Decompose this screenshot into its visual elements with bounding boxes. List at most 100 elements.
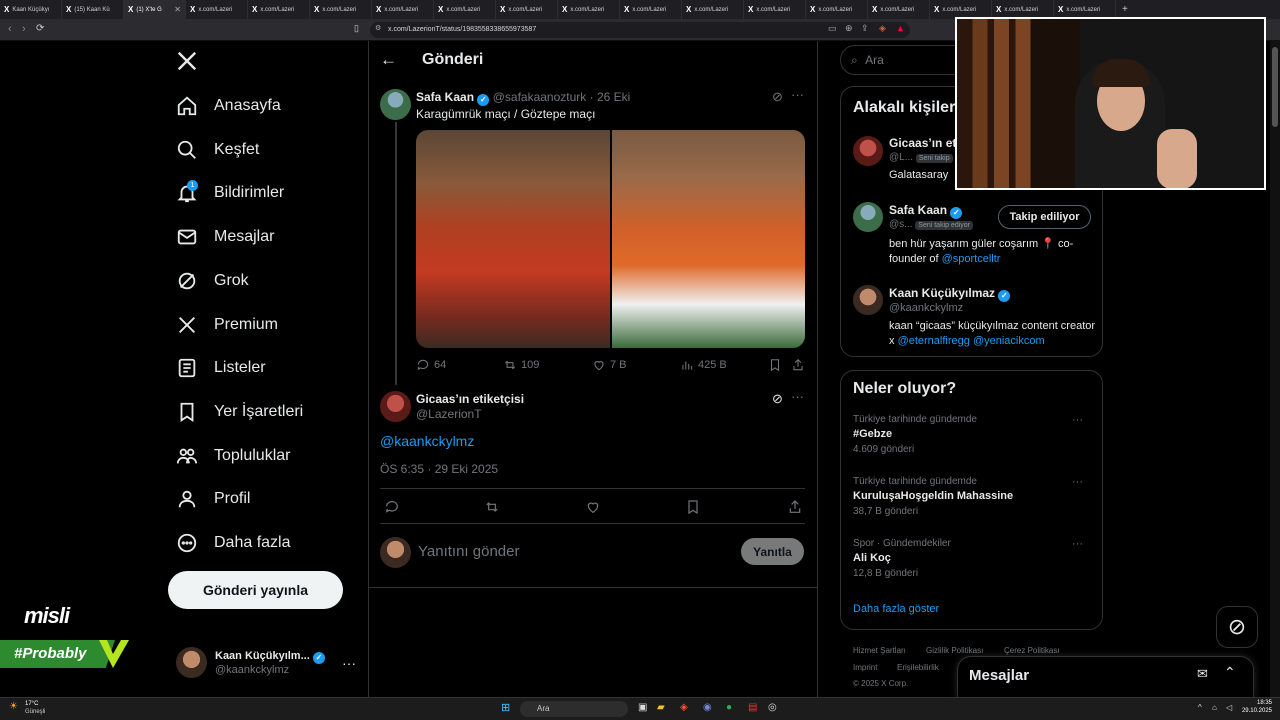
bookmark-action[interactable] bbox=[768, 358, 782, 372]
following-button[interactable]: Takip ediliyor bbox=[998, 205, 1091, 229]
more-dots-icon[interactable]: ··· bbox=[1072, 476, 1083, 488]
browser-tab[interactable]: Xx.com/Lazeri bbox=[434, 0, 496, 19]
scrollbar-thumb[interactable] bbox=[1272, 47, 1278, 127]
more-dots-icon[interactable]: ··· bbox=[791, 389, 804, 404]
show-more-link[interactable]: Daha fazla göster bbox=[853, 603, 939, 615]
tray-chevron-icon[interactable]: ^ bbox=[1198, 703, 1202, 712]
nav-item-grok[interactable]: Grok bbox=[176, 266, 249, 296]
avatar[interactable] bbox=[853, 136, 883, 166]
new-message-icon[interactable]: ✉ bbox=[1197, 666, 1208, 682]
nav-item-yer-i̇şaretleri[interactable]: Yer İşaretleri bbox=[176, 397, 303, 427]
browser-tab[interactable]: Xx.com/Lazeri bbox=[682, 0, 744, 19]
author-handle[interactable]: @safakaanozturk bbox=[493, 90, 587, 104]
brave-shield-icon[interactable]: ◈ bbox=[879, 23, 886, 34]
nav-item-anasayfa[interactable]: Anasayfa bbox=[176, 91, 281, 121]
views-action[interactable]: 425 B bbox=[680, 358, 727, 372]
author-name[interactable]: Safa Kaan bbox=[416, 90, 474, 104]
person-name[interactable]: Safa Kaan bbox=[889, 203, 947, 217]
task-view-icon[interactable]: ▣ bbox=[638, 702, 647, 713]
nav-item-profil[interactable]: Profil bbox=[176, 484, 250, 514]
browser-tab[interactable]: Xx.com/Lazeri bbox=[558, 0, 620, 19]
app-icon[interactable]: ▤ bbox=[748, 702, 757, 713]
avatar[interactable] bbox=[853, 285, 883, 315]
bio-link[interactable]: @eternalfiregg bbox=[898, 335, 970, 347]
weather-temp[interactable]: 17°C bbox=[25, 701, 38, 707]
browser-tab[interactable]: Xx.com/Lazeri bbox=[620, 0, 682, 19]
browser-tab[interactable]: X (15) Kaan Kü bbox=[62, 0, 124, 19]
bio-link[interactable]: @yeniacikcom bbox=[973, 335, 1045, 347]
tweet-date[interactable]: · 26 Eki bbox=[590, 90, 631, 104]
tweet-media[interactable] bbox=[416, 130, 805, 348]
nav-item-topluluklar[interactable]: Topluluklar bbox=[176, 441, 290, 471]
trend-item[interactable]: Türkiye tarihinde gündemde KuruluşaHoşgel… bbox=[853, 476, 1093, 517]
account-switcher[interactable]: Kaan Küçükyılm... ✓ @kaankckylmz ··· bbox=[176, 647, 356, 678]
tweet-text-mention[interactable]: @kaankckylmz bbox=[380, 433, 474, 449]
grok-floating-button[interactable]: ⊘ bbox=[1216, 606, 1258, 648]
clock-date[interactable]: 29.10.2025 bbox=[1240, 708, 1272, 714]
taskbar-search[interactable]: Ara bbox=[520, 701, 628, 717]
footer-link[interactable]: Çerez Politikası bbox=[1004, 646, 1060, 655]
share-action[interactable] bbox=[787, 499, 803, 515]
more-dots-icon[interactable]: ··· bbox=[791, 87, 804, 102]
avatar[interactable] bbox=[380, 391, 411, 422]
avatar[interactable] bbox=[853, 202, 883, 232]
obs-icon[interactable]: ◎ bbox=[768, 702, 777, 713]
whatsapp-icon[interactable]: ● bbox=[726, 702, 732, 713]
volume-icon[interactable]: ◁ bbox=[1226, 703, 1232, 712]
reply-action[interactable] bbox=[384, 499, 400, 515]
tweet-timestamp[interactable]: ÖS 6:35 · 29 Eki 2025 bbox=[380, 462, 498, 476]
clock-time[interactable]: 18:35 bbox=[1252, 700, 1272, 706]
forward-arrow-icon[interactable]: › bbox=[22, 23, 26, 35]
more-dots-icon[interactable]: ··· bbox=[1072, 414, 1083, 426]
weather-desc[interactable]: Güneşli bbox=[25, 709, 45, 715]
footer-link[interactable]: Hizmet Şartları bbox=[853, 646, 906, 655]
more-dots-icon[interactable]: ··· bbox=[1072, 538, 1083, 550]
photo-right[interactable] bbox=[611, 130, 805, 348]
expand-chevrons-icon[interactable]: ⌃ bbox=[1224, 664, 1236, 681]
network-icon[interactable]: ⌂ bbox=[1212, 703, 1217, 712]
share-action[interactable] bbox=[791, 358, 805, 372]
reload-icon[interactable]: ⟳ bbox=[36, 23, 44, 34]
footer-link[interactable]: Gizlilik Politikası bbox=[926, 646, 983, 655]
weather-icon[interactable]: ☀ bbox=[9, 701, 18, 712]
browser-tab[interactable]: Xx.com/Lazeri bbox=[806, 0, 868, 19]
back-button[interactable]: ← bbox=[380, 50, 397, 70]
trend-item[interactable]: Spor · Gündemdekiler Ali Koç 12,8 B gönder… bbox=[853, 538, 1093, 579]
post-button[interactable]: Gönderi yayınla bbox=[168, 571, 343, 609]
nav-item-keşfet[interactable]: Keşfet bbox=[176, 135, 259, 165]
photo-left[interactable] bbox=[416, 130, 610, 348]
browser-tab[interactable]: Xx.com/Lazeri bbox=[310, 0, 372, 19]
person-handle[interactable]: @s... bbox=[889, 219, 913, 230]
footer-link[interactable]: Erişilebilirlik bbox=[897, 663, 939, 672]
person-name[interactable]: Kaan Küçükyılmaz bbox=[889, 286, 995, 300]
messages-drawer-title[interactable]: Mesajlar bbox=[969, 667, 1029, 684]
nav-item-premium[interactable]: Premium bbox=[176, 310, 278, 340]
browser-tab[interactable]: Xx.com/Lazeri bbox=[496, 0, 558, 19]
browser-tab[interactable]: Xx.com/Lazeri bbox=[372, 0, 434, 19]
rewards-icon[interactable]: ▲ bbox=[896, 23, 905, 33]
browser-tab[interactable]: Xx.com/Lazeri bbox=[248, 0, 310, 19]
bio-link[interactable]: @sportcelltr bbox=[942, 253, 1001, 265]
author-handle[interactable]: @LazerionT bbox=[416, 407, 482, 421]
grok-icon[interactable]: ⊘ bbox=[772, 391, 783, 407]
bookmark-action[interactable] bbox=[685, 499, 701, 515]
nav-item-mesajlar[interactable]: Mesajlar bbox=[176, 222, 274, 252]
x-logo-icon[interactable] bbox=[176, 50, 198, 77]
author-name[interactable]: Gicaas’ın etiketçisi bbox=[416, 392, 524, 406]
nav-item-listeler[interactable]: Listeler bbox=[176, 353, 266, 383]
close-tab-icon[interactable]: ✕ bbox=[174, 5, 181, 14]
reply-button[interactable]: Yanıtla bbox=[741, 538, 804, 565]
browser-tab[interactable]: X Kaan Küçükyı bbox=[0, 0, 62, 19]
reply-input[interactable]: Yanıtını gönder bbox=[418, 543, 519, 560]
reply-action[interactable]: 64 bbox=[416, 358, 446, 372]
browser-tab[interactable]: Xx.com/Lazeri bbox=[868, 0, 930, 19]
trend-item[interactable]: Türkiye tarihinde gündemde #Gebze 4.609 gö… bbox=[853, 414, 1093, 455]
site-info-icon[interactable]: ⚙ bbox=[375, 24, 381, 32]
windows-start-icon[interactable]: ⊞ bbox=[501, 701, 510, 714]
more-dots-icon[interactable]: ··· bbox=[342, 655, 356, 671]
retweet-action[interactable] bbox=[484, 499, 500, 515]
back-arrow-icon[interactable]: ‹ bbox=[8, 23, 12, 35]
bookmark-page-icon[interactable]: ▯ bbox=[354, 23, 359, 34]
brave-browser-icon[interactable]: ◈ bbox=[680, 702, 688, 713]
person-handle[interactable]: @kaankckylmz bbox=[889, 302, 963, 314]
